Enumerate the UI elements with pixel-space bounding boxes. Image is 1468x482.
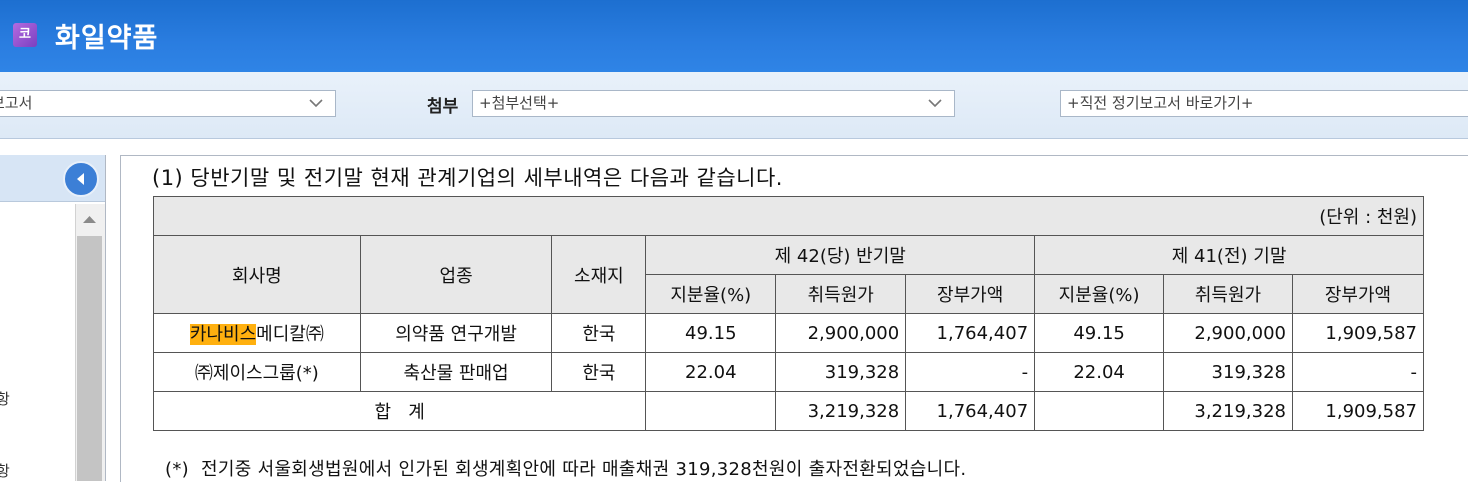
corp-badge-icon: 코 (13, 23, 37, 47)
prev-book-cell: - (1291, 352, 1425, 392)
header-current-period: 제 42(당) 반기말 (645, 235, 1036, 275)
left-nav-item-fragment[interactable]: 항 (0, 388, 10, 409)
left-nav-item-fragment[interactable]: 항 (0, 460, 10, 481)
total-cur-book: 1,764,407 (905, 391, 1036, 431)
cur-book-cell: 1,764,407 (905, 313, 1036, 353)
header-cur-share: 지분율(%) (645, 274, 777, 314)
company-name-rest: 메디칼㈜ (256, 324, 324, 345)
cur-share-cell: 22.04 (645, 352, 777, 392)
cur-book-cell: - (905, 352, 1036, 392)
section-title: (1) 당반기말 및 전기말 현재 관계기업의 세부내역은 다음과 같습니다. (152, 166, 783, 190)
associates-table: (단위 : 천원) 회사명 업종 소재지 제 42(당) 반기말 제 41(전)… (152, 196, 1425, 431)
total-label: 합 계 (152, 391, 647, 431)
location-cell: 한국 (551, 352, 647, 392)
header-prior-period: 제 41(전) 기말 (1034, 235, 1424, 275)
total-cur-share-cell (645, 391, 777, 431)
header-cur-cost: 취득원가 (775, 274, 907, 314)
industry-cell: 의약품 연구개발 (359, 313, 553, 353)
prev-share-cell: 49.15 (1034, 313, 1165, 353)
scroll-thumb[interactable] (77, 236, 102, 481)
total-prev-cost: 3,219,328 (1163, 391, 1293, 431)
total-prev-book: 1,909,587 (1291, 391, 1425, 431)
attachment-label: 첨부 (427, 97, 459, 117)
header-industry: 업종 (359, 235, 553, 314)
location-cell: 한국 (551, 313, 647, 353)
search-highlight: 카나비스 (189, 324, 257, 345)
company-cell: ㈜제이스그룹(*) (153, 352, 361, 392)
header-company: 회사명 (153, 235, 361, 314)
header-bar: 코 화일약품 (0, 0, 1468, 72)
header-prev-cost: 취득원가 (1163, 274, 1293, 314)
prev-book-cell: 1,909,587 (1291, 313, 1425, 353)
table-row: 카나비스메디칼㈜ 의약품 연구개발 한국 49.15 2,900,000 1,7… (153, 313, 1425, 353)
header-prev-share: 지분율(%) (1034, 274, 1165, 314)
quick-report-select[interactable]: +직전 정기보고서 바로가기+ (1060, 90, 1468, 117)
collapse-left-icon (77, 173, 84, 185)
report-select-value: 보고서 (0, 94, 33, 112)
prev-share-cell: 22.04 (1034, 352, 1165, 392)
scroll-up-button[interactable] (75, 204, 104, 232)
industry-cell: 축산물 판매업 (359, 352, 553, 392)
header-prev-book: 장부가액 (1291, 274, 1425, 314)
footnote: (*) 전기중 서울회생법원에서 인가된 회생계획안에 따라 매출채권 319,… (165, 459, 967, 480)
attachment-select-value: +첨부선택+ (479, 94, 560, 112)
unit-note: (단위 : 천원) (153, 196, 1424, 236)
cur-cost-cell: 2,900,000 (775, 313, 907, 353)
report-select[interactable]: 보고서 (0, 90, 336, 117)
chevron-down-icon (928, 99, 942, 108)
cur-share-cell: 49.15 (645, 313, 777, 353)
cur-cost-cell: 319,328 (775, 352, 907, 392)
scroll-up-icon (83, 216, 96, 223)
total-cur-cost: 3,219,328 (775, 391, 907, 431)
prev-cost-cell: 319,328 (1163, 352, 1293, 392)
collapse-panel-button[interactable] (63, 161, 99, 197)
table-row: ㈜제이스그룹(*) 축산물 판매업 한국 22.04 319,328 - 22.… (153, 352, 1425, 392)
quick-report-select-value: +직전 정기보고서 바로가기+ (1067, 94, 1254, 112)
company-name: 화일약품 (55, 23, 159, 54)
company-cell: 카나비스메디칼㈜ (153, 313, 361, 353)
attachment-select[interactable]: +첨부선택+ (472, 90, 955, 117)
total-row: 합 계 3,219,328 1,764,407 3,219,328 1,909,… (152, 391, 1425, 431)
chevron-down-icon (309, 99, 323, 108)
header-location: 소재지 (551, 235, 647, 314)
header-cur-book: 장부가액 (905, 274, 1036, 314)
total-prev-share-cell (1034, 391, 1165, 431)
prev-cost-cell: 2,900,000 (1163, 313, 1293, 353)
